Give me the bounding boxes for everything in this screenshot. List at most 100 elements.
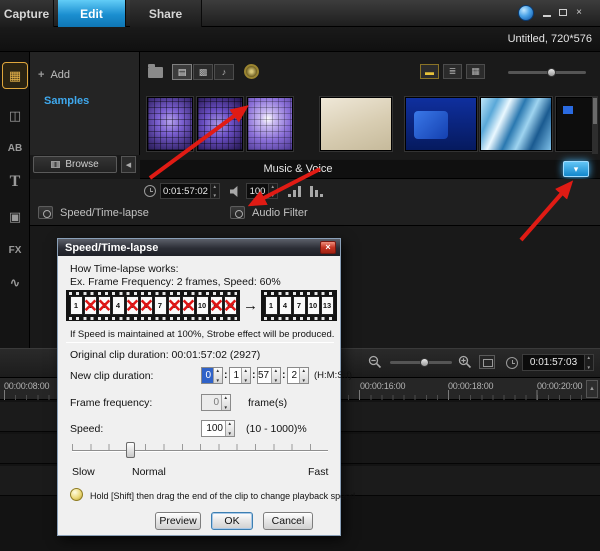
timelapse-filmstrip: 1 2 3 4 5 6 7 8 9 10 11 12 → 1 4 7 10 13 <box>66 290 337 321</box>
frame-cell-removed: 6 <box>140 296 153 315</box>
slider-label-normal: Normal <box>132 466 166 478</box>
gallery-scrollbar[interactable] <box>592 96 598 154</box>
zoom-in-icon[interactable] <box>458 355 472 369</box>
filter-video-icon: ▤ <box>178 67 187 78</box>
film-reel-icon[interactable] <box>244 64 259 79</box>
graphic-icon: ▣ <box>9 209 21 225</box>
thumbnail-zoom-knob[interactable] <box>547 68 556 77</box>
collapse-panel-button[interactable]: ◀ <box>121 156 136 173</box>
tab-share[interactable]: Share <box>130 0 202 27</box>
volume-spinner[interactable] <box>268 184 277 198</box>
spinner-arrows[interactable] <box>271 368 280 383</box>
new-clip-frames-spinner[interactable]: 2 <box>287 367 309 384</box>
close-icon: × <box>576 7 582 18</box>
frame-cell: 7 <box>293 296 306 315</box>
help-orb-icon[interactable] <box>518 5 534 21</box>
spinner-arrows[interactable] <box>241 368 250 383</box>
options-panel-header <box>140 160 600 179</box>
zoom-out-icon[interactable] <box>368 355 382 369</box>
frame-cell: 4 <box>112 296 125 315</box>
ruler-label: 00:00:18:00 <box>448 381 493 391</box>
spinner-arrows[interactable] <box>299 368 308 383</box>
spinner-arrows[interactable] <box>213 368 222 383</box>
transform-arrow-icon: → <box>243 297 258 314</box>
frame-cell-removed: 12 <box>224 296 237 315</box>
audio-filter-button[interactable]: Audio Filter <box>230 206 308 219</box>
open-folder-icon[interactable] <box>148 67 163 78</box>
thumbnail-blue-streak-clip[interactable] <box>480 97 552 151</box>
thumbnail-purple-mosaic-1[interactable] <box>147 97 193 151</box>
thumbnail-purple-mosaic-2[interactable] <box>197 97 243 151</box>
close-icon: × <box>325 243 330 252</box>
sidebar-item-filter[interactable]: FX <box>2 237 28 264</box>
frame-cell: 13 <box>321 296 334 315</box>
frame-frequency-spinner[interactable]: 0 <box>201 394 231 411</box>
fade-out-icon[interactable] <box>310 186 324 197</box>
close-button[interactable]: × <box>572 6 586 19</box>
tab-capture[interactable]: Capture <box>0 0 54 27</box>
thumbnail-blue-solid-clip[interactable] <box>405 97 477 151</box>
volume-field[interactable]: 100 <box>246 183 278 199</box>
browse-icon <box>51 161 60 168</box>
filmstrip-after: 1 4 7 10 13 <box>261 290 337 321</box>
thumbnail-violet-sparkle[interactable] <box>247 97 293 151</box>
timeline-clock-icon <box>506 357 518 369</box>
add-folder-button[interactable]: + Add <box>38 69 70 81</box>
tab-edit[interactable]: Edit <box>58 0 126 27</box>
timeline-zoom-knob[interactable] <box>420 358 429 367</box>
thumbnail-beige-clip[interactable] <box>320 97 392 151</box>
view-list-button[interactable]: ≣ <box>443 64 462 79</box>
timeline-timecode-field[interactable]: 0:01:57:03 <box>522 354 594 371</box>
speed-timelapse-button[interactable]: Speed/Time-lapse <box>38 206 149 219</box>
spinner-arrows[interactable] <box>221 395 230 410</box>
clip-duration-field[interactable]: 0:01:57:02 <box>160 183 220 199</box>
frame-cell-removed: 2 <box>84 296 97 315</box>
filter-photo-icon: ▩ <box>199 67 208 78</box>
duration-spinner[interactable] <box>210 184 219 198</box>
clip-inset <box>414 111 448 139</box>
sidebar-item-media[interactable]: ▦ <box>2 62 28 89</box>
filter-video-button[interactable]: ▤ <box>172 64 192 80</box>
speed-label: Speed: <box>70 423 103 435</box>
sidebar-item-graphic[interactable]: ▣ <box>2 203 28 230</box>
restore-button[interactable] <box>556 6 570 19</box>
view-grid-button[interactable]: ▦ <box>466 64 485 79</box>
slider-label-fast: Fast <box>308 466 328 478</box>
new-clip-hours-spinner[interactable]: 0 <box>201 367 223 384</box>
ok-button[interactable]: OK <box>211 512 253 530</box>
timecode-spinner[interactable] <box>584 355 593 370</box>
new-clip-minutes-spinner[interactable]: 1 <box>229 367 251 384</box>
preview-button[interactable]: Preview <box>155 512 201 530</box>
ruler-scroll-button[interactable]: ▲ <box>586 380 598 398</box>
fit-project-icon[interactable] <box>479 355 495 369</box>
transition-icon: ◫ <box>9 108 21 124</box>
dialog-titlebar[interactable]: Speed/Time-lapse <box>58 239 340 256</box>
options-expand-button[interactable]: ▾ <box>563 161 589 177</box>
speed-spinner[interactable]: 100 <box>201 420 235 437</box>
chevron-down-icon: ▾ <box>574 164 579 175</box>
thumbnail-dark-clip[interactable] <box>556 97 594 151</box>
sidebar-item-path[interactable]: ∿ <box>2 269 28 296</box>
ruler-label: 00:00:08:00 <box>4 381 49 391</box>
filter-photo-button[interactable]: ▩ <box>193 64 213 80</box>
sidebar-item-ab[interactable]: AB <box>2 135 28 162</box>
spinner-arrows[interactable] <box>225 421 234 436</box>
dialog-close-button[interactable]: × <box>320 241 336 254</box>
new-clip-seconds-spinner[interactable]: 57 <box>257 367 281 384</box>
sidebar-item-transition[interactable]: ◫ <box>2 102 28 129</box>
frame-cell: 4 <box>279 296 292 315</box>
speed-slider-thumb[interactable] <box>126 442 135 458</box>
speed-timelapse-icon <box>38 206 53 219</box>
speed-slider-track[interactable] <box>72 450 328 452</box>
speed-timelapse-dialog: Speed/Time-lapse × How Time-lapse works:… <box>57 238 341 536</box>
cancel-button[interactable]: Cancel <box>263 512 313 530</box>
folder-item-samples[interactable]: Samples <box>44 95 89 107</box>
browse-button[interactable]: Browse <box>33 156 117 173</box>
fade-in-icon[interactable] <box>288 186 302 197</box>
ruler-label: 00:00:20:00 <box>537 381 582 391</box>
minimize-button[interactable] <box>540 6 554 19</box>
gallery-scroll-thumb[interactable] <box>593 98 597 124</box>
sidebar-item-title[interactable]: T <box>2 168 28 195</box>
view-panel-button[interactable]: ▬ <box>420 64 439 79</box>
filter-audio-button[interactable]: ♪ <box>214 64 234 80</box>
